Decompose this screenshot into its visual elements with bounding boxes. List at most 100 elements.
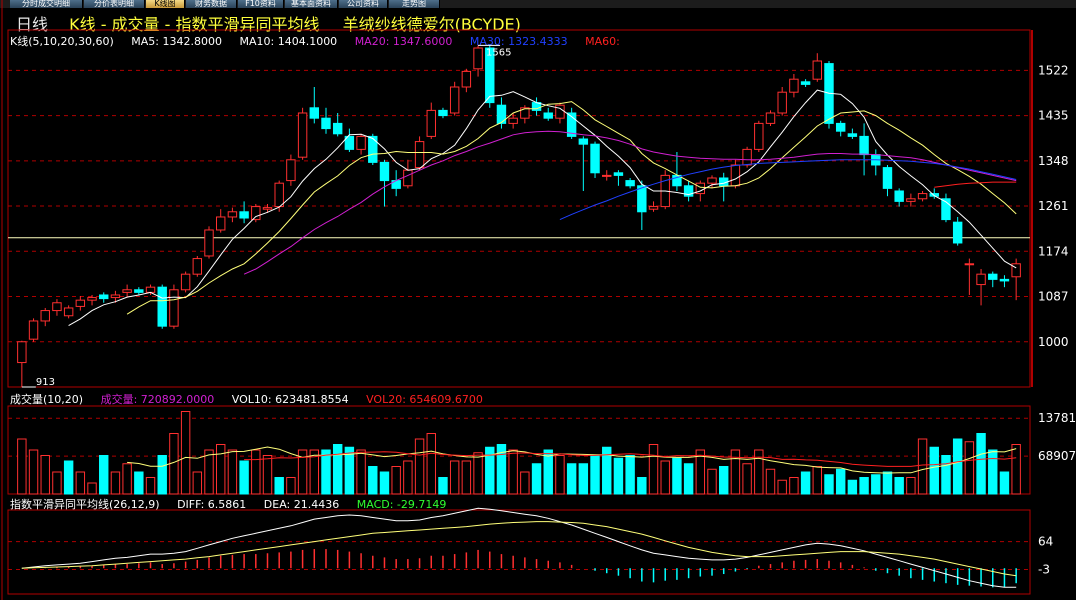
ma-line-ma20 [243,130,1017,275]
candle-body [321,117,331,130]
volume-bar [765,468,776,495]
ma-line-ma60 [934,181,1017,188]
volume-bar [859,477,869,495]
stock-chart[interactable]: 1000 1087 1174 1261 1348 1435 1522 1565 913 68907… [0,0,1076,600]
candle-body [262,207,273,210]
candle-body [473,47,483,70]
min-price-annotation: 913 [36,377,55,388]
volume-bar [204,449,214,495]
candle-body [368,135,378,163]
candle-body [461,70,472,88]
candle-body [204,229,214,257]
volume-bar [508,449,518,495]
volume-bar [99,455,109,495]
volume-y-tick-label: 13781 [1038,411,1076,425]
candle-body [917,193,928,200]
candle-body [426,109,436,137]
candle-body [882,167,893,189]
volume-bar [964,441,975,495]
volume-bar [1011,444,1021,495]
volume-bar [274,477,284,495]
volume-bar [17,438,27,495]
volume-bar [613,457,624,495]
volume-bar [812,466,823,495]
candle-body [999,278,1010,282]
volume-bar [882,471,893,495]
candle-body [637,185,647,213]
candle-body [765,112,776,124]
volume-bar [473,452,483,495]
macd-diff-line [21,507,1017,588]
candle-body [613,172,624,176]
kline-y-tick-label: 1087 [1038,290,1069,304]
volume-bar [789,477,799,495]
volume-bar [625,455,635,495]
volume-bar [110,471,121,495]
candle-body [332,122,343,135]
volume-bar [941,455,951,495]
candle-body [777,91,787,114]
candle-body [625,180,635,187]
volume-bar [847,479,858,495]
volume-bar [777,479,787,495]
volume-bar [75,471,86,495]
volume-bar [730,449,741,495]
candle-body [251,206,261,221]
macd-y-tick-label: -3 [1038,562,1050,576]
volume-bar [227,449,238,495]
candle-body [145,286,156,293]
volume-bar [180,411,191,495]
ma-line-ma5 [68,89,1017,327]
candle-body [180,273,191,291]
volume-bar [239,460,249,495]
volume-bar [40,455,50,495]
kline-y-tick-label: 1435 [1038,109,1069,123]
volume-bar [929,446,939,495]
candle-body [192,258,203,275]
volume-bar [28,449,39,495]
kline-y-tick-label: 1000 [1038,335,1069,349]
candle-body [75,299,86,307]
candle-body [157,286,167,327]
volume-bar [368,466,378,495]
candle-body [835,122,846,132]
candle-body [800,81,811,85]
volume-bar [800,471,811,495]
volume-bar [742,463,752,495]
volume-bar [134,471,144,495]
candle-body [122,289,132,293]
candle-body [356,135,366,150]
candle-body [403,169,413,187]
candle-body [742,148,752,166]
volume-bar [403,460,413,495]
candle-body [976,273,986,286]
candle-body [847,133,858,137]
volume-bar [379,471,390,495]
candle-body [52,302,62,312]
candle-body [239,211,249,219]
volume-bar [192,471,203,495]
kline-y-tick-label: 1174 [1038,244,1069,258]
volume-bar [286,477,296,495]
volume-bar [87,482,97,495]
candle-body [286,159,296,182]
volume-bar [906,477,916,495]
candle-body [309,107,320,119]
candle-body [578,138,589,145]
volume-bar [391,466,401,495]
volume-bar [590,455,600,495]
kline-y-tick-label: 1348 [1038,154,1069,168]
candle-body [648,206,659,210]
candle-body [215,216,226,231]
volume-bar [976,433,986,495]
volume-bar [648,444,659,495]
candle-body [414,141,425,169]
volume-bar [520,471,530,495]
kline-y-tick-label: 1522 [1038,63,1069,77]
volume-bar [438,477,448,495]
volume-bar [637,477,647,495]
volume-bar [426,433,436,495]
candle-body [297,112,308,158]
candle-body [964,263,975,266]
candle-body [602,174,612,177]
